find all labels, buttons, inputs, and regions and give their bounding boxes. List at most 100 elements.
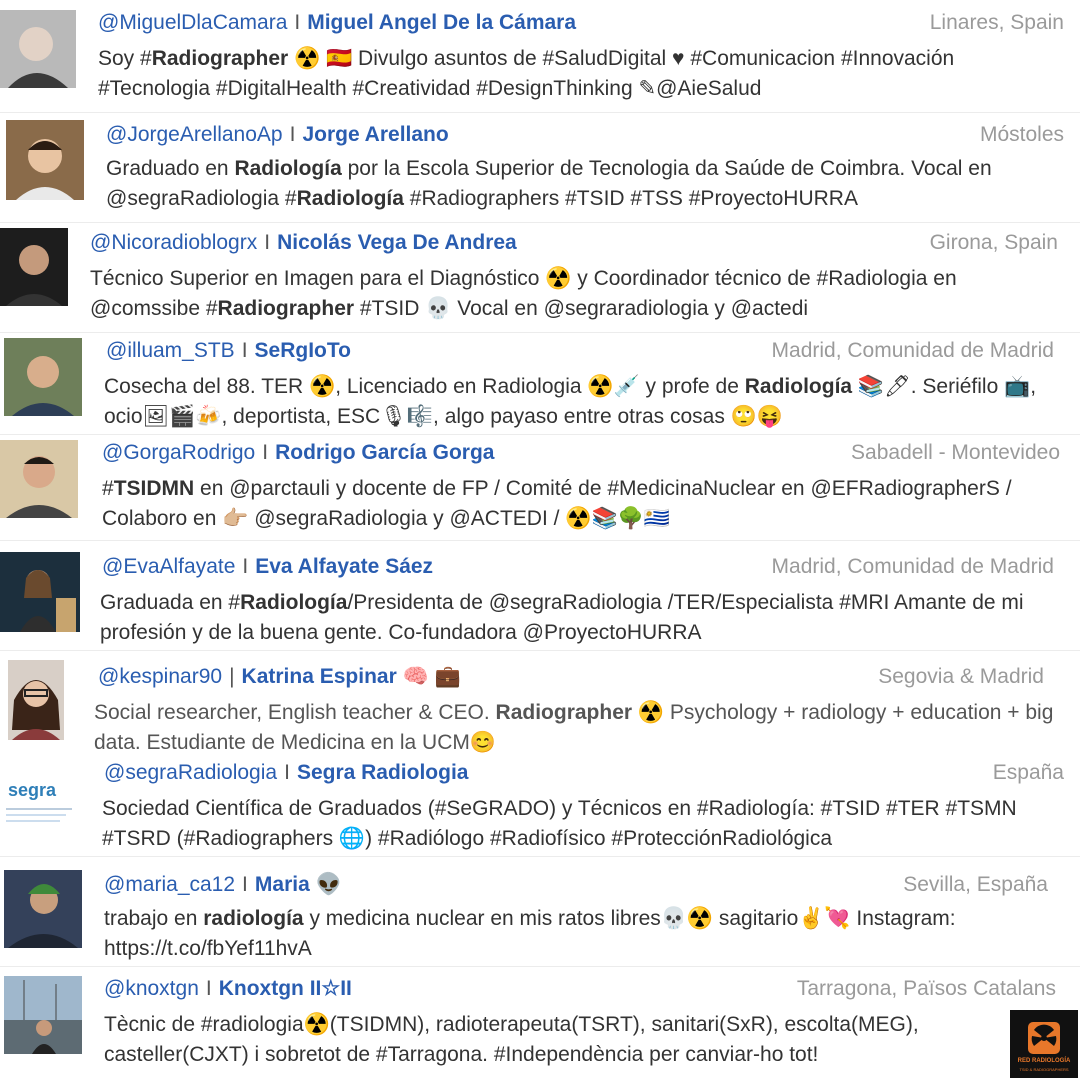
logo-subcaption: TSID & RADIOGRAPHERS [1019, 1067, 1069, 1072]
bio-bold-segment: radiología [203, 907, 304, 930]
avatar[interactable] [6, 120, 84, 200]
divider [0, 332, 1080, 333]
separator: I [242, 555, 249, 578]
profile-name-emoji: 🧠 💼 [402, 665, 461, 688]
profile-name[interactable]: Jorge Arellano [302, 123, 448, 146]
bio-bold-segment: Radiographer [495, 701, 633, 724]
avatar[interactable] [8, 660, 64, 740]
separator: I [284, 761, 290, 784]
bio-segment: Cosecha del 88. TER ☢️, Licenciado en Ra… [104, 375, 745, 398]
profile-name[interactable]: Katrina Espinar [242, 665, 397, 688]
profile-row[interactable]: @kespinar90 | Katrina Espinar 🧠 💼 Segovia … [0, 652, 1080, 754]
avatar[interactable] [0, 10, 76, 88]
profile-handle[interactable]: @Nicoradioblogrx [90, 231, 257, 254]
profile-location: Segovia & Madrid [878, 665, 1044, 688]
separator: I [205, 977, 212, 1000]
red-radiologia-logo: RED RADIOLOGÍA TSID & RADIOGRAPHERS [1010, 1010, 1078, 1078]
divider [0, 856, 1080, 857]
separator: I [241, 339, 248, 362]
profile-row[interactable]: @GorgaRodrigo I Rodrigo García Gorga Sabad… [0, 436, 1080, 540]
bio-segment: #Radiographers #TSID #TSS #ProyectoHURRA [403, 187, 858, 210]
divider [0, 540, 1080, 541]
avatar[interactable] [0, 552, 80, 632]
separator: | [229, 665, 235, 688]
profile-name[interactable]: Miguel Angel De la Cámara [307, 11, 576, 34]
profile-handle[interactable]: @JorgeArellanoAp [106, 123, 283, 146]
profile-bio: Soy #Radiographer ☢️ 🇪🇸 Divulgo asuntos … [98, 44, 1058, 104]
profile-row[interactable]: @EvaAlfayate I Eva Alfayate Sáez Madrid, C… [0, 542, 1080, 650]
profile-bio: Graduado en Radiología por la Escola Sup… [106, 154, 1056, 214]
profile-handle[interactable]: @kespinar90 [98, 665, 222, 688]
profile-name[interactable]: Segra Radiologia [297, 761, 469, 784]
profile-bio: #TSIDMN en @parctauli y docente de FP / … [102, 474, 1052, 534]
separator: I [242, 873, 248, 896]
profile-row[interactable]: @maria_ca12 I Maria 👽 Sevilla, España trab… [0, 858, 1080, 964]
logo-caption: RED RADIOLOGÍA [1017, 1058, 1071, 1064]
profile-row[interactable]: @MiguelDlaCamara I Miguel Angel De la Cáma… [0, 0, 1080, 110]
avatar[interactable] [4, 870, 82, 948]
profile-bio: Graduada en #Radiología/Presidenta de @s… [100, 588, 1060, 648]
bio-segment: Sociedad Científica de Graduados (#SeGRA… [102, 797, 1017, 850]
profile-name[interactable]: Rodrigo García Gorga [275, 441, 494, 464]
profile-handle[interactable]: @MiguelDlaCamara [98, 11, 287, 34]
profile-location: Madrid, Comunidad de Madrid [771, 555, 1054, 578]
profile-location: Girona, Spain [929, 231, 1058, 254]
profile-bio: Sociedad Científica de Graduados (#SeGRA… [102, 794, 1058, 854]
profile-bio: Social researcher, English teacher & CEO… [94, 698, 1054, 758]
divider [0, 434, 1080, 435]
profile-bio: trabajo en radiología y medicina nuclear… [104, 904, 1054, 964]
profile-row[interactable]: @illuam_STB I SeRgIoTo Madrid, Comunidad d… [0, 334, 1080, 434]
bio-segment: #TSID 💀 Vocal en @segraradiologia y @act… [354, 297, 809, 320]
profile-row[interactable]: @JorgeArellanoAp I Jorge Arellano Móstoles… [0, 114, 1080, 224]
bio-bold-segment: Radiología [234, 157, 342, 180]
bio-bold-segment: Radiología [296, 187, 404, 210]
bio-segment: Social researcher, English teacher & CEO… [94, 701, 496, 724]
profile-location: Linares, Spain [929, 11, 1064, 34]
bio-segment: trabajo en [104, 907, 204, 930]
avatar[interactable] [4, 338, 82, 416]
segra-logo[interactable]: segra [0, 766, 80, 836]
profile-location: España [992, 761, 1064, 784]
bio-bold-segment: Radiología [240, 591, 348, 614]
profile-row[interactable]: @Nicoradioblogrx I Nicolás Vega De Andrea … [0, 224, 1080, 334]
bio-bold-segment: Radiología [744, 375, 853, 398]
bio-segment: Soy # [98, 47, 152, 70]
separator: I [294, 11, 301, 34]
profile-location: Móstoles [979, 123, 1064, 146]
profile-name[interactable]: Eva Alfayate Sáez [255, 555, 433, 578]
profile-location: Sabadell - Montevideo [851, 441, 1060, 464]
avatar[interactable] [0, 440, 78, 518]
profile-location: Madrid, Comunidad de Madrid [771, 339, 1054, 362]
segra-logo-text: segra [8, 780, 57, 800]
profile-name[interactable]: Knoxtgn II☆II [219, 977, 352, 1000]
separator: I [264, 231, 271, 254]
bio-segment: Graduado en [106, 157, 235, 180]
profile-bio: Tècnic de #radiologia☢️(TSIDMN), radiote… [104, 1010, 1004, 1070]
divider [0, 650, 1080, 651]
profile-name[interactable]: Nicolás Vega De Andrea [277, 231, 517, 254]
avatar[interactable] [4, 976, 82, 1054]
bio-segment: Tècnic de #radiologia☢️(TSIDMN), radiote… [104, 1013, 919, 1066]
profile-bio: Cosecha del 88. TER ☢️, Licenciado en Ra… [104, 372, 1060, 432]
profile-location: Tarragona, Països Catalans [796, 977, 1056, 1000]
profile-row[interactable]: segra @segraRadiologia I Segra Radiologia … [0, 756, 1080, 856]
profile-row[interactable]: @knoxtgn I Knoxtgn II☆II Tarragona, Països… [0, 968, 1080, 1080]
profile-handle[interactable]: @GorgaRodrigo [102, 441, 255, 464]
separator: I [289, 123, 296, 146]
bio-bold-segment: TSIDMN [113, 477, 195, 500]
avatar[interactable] [0, 228, 68, 306]
profile-handle[interactable]: @illuam_STB [106, 339, 235, 362]
profile-handle[interactable]: @EvaAlfayate [102, 555, 235, 578]
profile-name[interactable]: Maria [255, 873, 310, 896]
profile-name[interactable]: SeRgIoTo [255, 339, 351, 362]
profile-handle[interactable]: @knoxtgn [104, 977, 199, 1000]
profile-handle[interactable]: @maria_ca12 [104, 873, 235, 896]
divider [0, 112, 1080, 113]
profile-handle[interactable]: @segraRadiologia [104, 761, 277, 784]
bio-segment: Graduada en # [100, 591, 241, 614]
bio-bold-segment: Radiographer [217, 297, 355, 320]
bio-segment: # [102, 477, 114, 500]
profile-bio: Técnico Superior en Imagen para el Diagn… [90, 264, 1056, 324]
profile-name-emoji: 👽 [315, 873, 342, 896]
bio-bold-segment: Radiographer [151, 47, 289, 70]
